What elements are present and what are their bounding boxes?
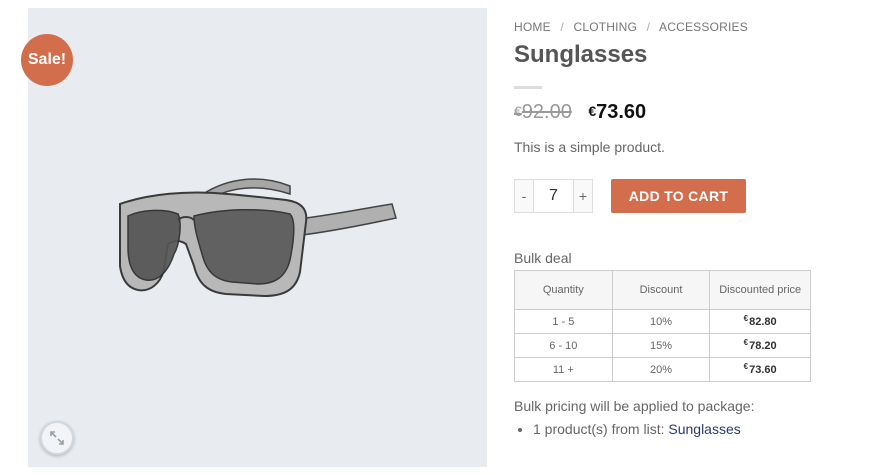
title-divider — [514, 86, 542, 89]
breadcrumb-separator: / — [646, 20, 651, 34]
cell-price: €82.80 — [709, 309, 811, 334]
breadcrumb-clothing[interactable]: CLOTHING — [573, 20, 637, 34]
bulk-pricing-table: Quantity Discount Discounted price 1 - 5… — [514, 270, 811, 382]
cell-discount: 20% — [611, 357, 711, 382]
bulk-pricing-note: Bulk pricing will be applied to package: — [514, 398, 755, 414]
quantity-input[interactable] — [534, 179, 573, 213]
product-link-sunglasses[interactable]: Sunglasses — [668, 421, 740, 437]
breadcrumb-accessories[interactable]: ACCESSORIES — [659, 20, 748, 34]
cell-discount: 15% — [611, 333, 711, 358]
product-title: Sunglasses — [514, 41, 648, 68]
column-header-discount: Discount — [611, 270, 711, 310]
bulk-product-list: 1 product(s) from list: Sunglasses — [514, 421, 741, 437]
cell-price: €73.60 — [709, 357, 811, 382]
cell-quantity: 6 - 10 — [514, 333, 613, 358]
add-to-cart-button[interactable]: ADD TO CART — [611, 179, 746, 213]
table-row: 1 - 5 10% €82.80 — [514, 309, 811, 334]
column-header-quantity: Quantity — [514, 270, 613, 310]
old-price: €92.00 — [514, 101, 572, 123]
cell-quantity: 1 - 5 — [514, 309, 613, 334]
column-header-discounted-price: Discounted price — [709, 270, 811, 310]
table-row: 6 - 10 15% €78.20 — [514, 333, 811, 358]
bulk-deal-title: Bulk deal — [514, 250, 572, 266]
list-item: 1 product(s) from list: Sunglasses — [533, 421, 741, 437]
sale-badge: Sale! — [21, 34, 73, 86]
quantity-plus-button[interactable]: + — [573, 179, 593, 213]
breadcrumb: HOME / CLOTHING / ACCESSORIES — [514, 20, 748, 34]
list-item-prefix: 1 product(s) from list: — [533, 421, 665, 437]
breadcrumb-home[interactable]: HOME — [514, 20, 551, 34]
zoom-button[interactable] — [40, 421, 74, 455]
quantity-minus-button[interactable]: - — [514, 179, 534, 213]
price-block: €92.00 €73.60 — [514, 101, 646, 124]
quantity-stepper: - + — [514, 179, 593, 213]
product-image-gallery[interactable] — [28, 8, 487, 467]
sale-badge-label: Sale! — [27, 51, 67, 68]
table-header-row: Quantity Discount Discounted price — [514, 270, 811, 310]
sale-price: €73.60 — [588, 101, 647, 123]
sunglasses-image — [119, 178, 397, 298]
breadcrumb-separator: / — [560, 20, 564, 34]
short-description: This is a simple product. — [514, 139, 665, 155]
cell-discount: 10% — [611, 309, 711, 334]
cell-quantity: 11 + — [514, 357, 613, 382]
cell-price: €78.20 — [709, 333, 811, 358]
table-row: 11 + 20% €73.60 — [514, 357, 811, 382]
expand-icon — [50, 431, 64, 445]
